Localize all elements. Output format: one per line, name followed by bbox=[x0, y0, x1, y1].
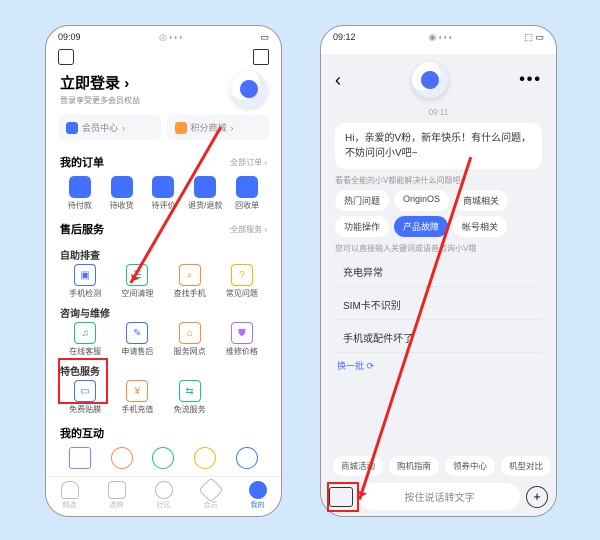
plus-button[interactable]: + bbox=[526, 486, 548, 508]
phone-check[interactable]: ▣手机检测 bbox=[60, 264, 110, 299]
back-button[interactable]: ‹ bbox=[335, 70, 341, 91]
topup[interactable]: ¥手机充值 bbox=[112, 380, 162, 415]
points-mall-chip[interactable]: 积分商城 › bbox=[167, 115, 270, 140]
topic-pills: 热门问题 OriginOS 商城相关 功能操作 产品故障 帐号相关 bbox=[335, 190, 542, 237]
order-pending-receive[interactable]: 待收货 bbox=[102, 176, 142, 211]
voice-input[interactable]: 按住说话转文字 bbox=[359, 483, 520, 510]
service-centers[interactable]: ⌂服务网点 bbox=[165, 322, 215, 357]
pill-function[interactable]: 功能操作 bbox=[335, 216, 389, 237]
orders-grid: 待付款 待收货 待评价 退货/退款 回收单 bbox=[60, 176, 267, 211]
sg-guide[interactable]: 购机指南 bbox=[389, 456, 439, 476]
phone-profile: 09:09 ◎ ⬪ ⬪ ⬪ ▭ 立即登录 › 登录享受更多会员权益 会员中心 ›… bbox=[45, 25, 282, 517]
highlight-keyboard bbox=[327, 482, 359, 512]
refresh-batch[interactable]: 换一批 ⟳ bbox=[337, 359, 540, 372]
consult-subtitle: 咨询与维修 bbox=[60, 305, 267, 320]
login-block[interactable]: 立即登录 › 登录享受更多会员权益 bbox=[46, 69, 281, 109]
order-recycle[interactable]: 回收单 bbox=[227, 176, 267, 211]
faq-charging[interactable]: 充电异常 bbox=[335, 257, 542, 287]
all-services-link[interactable]: 全部服务 › bbox=[230, 224, 267, 235]
selfcheck-subtitle: 自助排查 bbox=[60, 247, 267, 262]
orders-title: 我的订单 bbox=[60, 154, 104, 170]
faq-sim[interactable]: SIM卡不识别 bbox=[335, 290, 542, 320]
pill-account[interactable]: 帐号相关 bbox=[453, 216, 507, 237]
login-title: 立即登录 bbox=[60, 75, 120, 92]
settings-icon[interactable] bbox=[58, 49, 74, 65]
bottom-tabs: 精选 选购 社区 会员 我的 bbox=[46, 476, 281, 516]
login-subtitle: 登录享受更多会员权益 bbox=[60, 95, 140, 106]
status-bar: 09:12 ◉ ⬪ ⬪ ⬪ ⬚ ▭ bbox=[321, 26, 556, 45]
status-bar: 09:09 ◎ ⬪ ⬪ ⬪ ▭ bbox=[46, 26, 281, 45]
chevron-right-icon: › bbox=[124, 75, 129, 92]
free-data[interactable]: ⇆免流服务 bbox=[165, 380, 215, 415]
tab-shop[interactable]: 选购 bbox=[93, 481, 140, 510]
apply-aftersales[interactable]: ✎申请售后 bbox=[112, 322, 162, 357]
faq[interactable]: ?常见问题 bbox=[217, 264, 267, 299]
sg-coupon[interactable]: 领券中心 bbox=[445, 456, 495, 476]
pill-mall[interactable]: 商城相关 bbox=[454, 190, 508, 211]
online-service[interactable]: ♫在线客服 bbox=[60, 322, 110, 357]
more-button[interactable]: ••• bbox=[519, 71, 542, 89]
sg-activity[interactable]: 商城活动 bbox=[333, 456, 383, 476]
tab-mine[interactable]: 我的 bbox=[234, 481, 281, 510]
tab-member[interactable]: 会员 bbox=[187, 481, 234, 510]
tab-community[interactable]: 社区 bbox=[140, 481, 187, 510]
cart-icon[interactable] bbox=[253, 49, 269, 65]
highlight-online-service bbox=[58, 358, 108, 404]
suggestion-row: 商城活动 购机指南 领券中心 机型对比 以 bbox=[321, 456, 556, 476]
tab-featured[interactable]: 精选 bbox=[46, 481, 93, 510]
pill-originos[interactable]: OriginOS bbox=[394, 190, 449, 211]
pill-hot[interactable]: 热门问题 bbox=[335, 190, 389, 211]
all-orders-link[interactable]: 全部订单 › bbox=[230, 157, 267, 168]
order-pending-pay[interactable]: 待付款 bbox=[60, 176, 100, 211]
top-bar bbox=[46, 45, 281, 69]
bot-avatar bbox=[412, 62, 448, 98]
repair-price[interactable]: ⛊维修价格 bbox=[217, 322, 267, 357]
find-phone[interactable]: ⌕查找手机 bbox=[165, 264, 215, 299]
phone-chat: 09:12 ◉ ⬪ ⬪ ⬪ ⬚ ▭ ‹ ••• 09:11 Hi，亲爱的V粉，新… bbox=[320, 25, 557, 517]
avatar[interactable] bbox=[231, 71, 267, 107]
order-return[interactable]: 退货/退款 bbox=[185, 176, 225, 211]
faq-broken[interactable]: 手机或配件坏了 bbox=[335, 323, 542, 353]
greeting-bubble: Hi，亲爱的V粉，新年快乐！有什么问题，不妨问问小V吧~ bbox=[335, 123, 542, 169]
aftersales-title: 售后服务 bbox=[60, 221, 104, 237]
sg-compare[interactable]: 机型对比 bbox=[501, 456, 551, 476]
pill-fault[interactable]: 产品故障 bbox=[394, 216, 448, 237]
timestamp: 09:11 bbox=[321, 106, 556, 119]
member-center-chip[interactable]: 会员中心 › bbox=[58, 115, 161, 140]
interact-title: 我的互动 bbox=[60, 425, 104, 441]
order-pending-review[interactable]: 待评价 bbox=[144, 176, 184, 211]
hint-capabilities: 看看全能的小V都能解决什么问题吧~ bbox=[335, 175, 542, 186]
